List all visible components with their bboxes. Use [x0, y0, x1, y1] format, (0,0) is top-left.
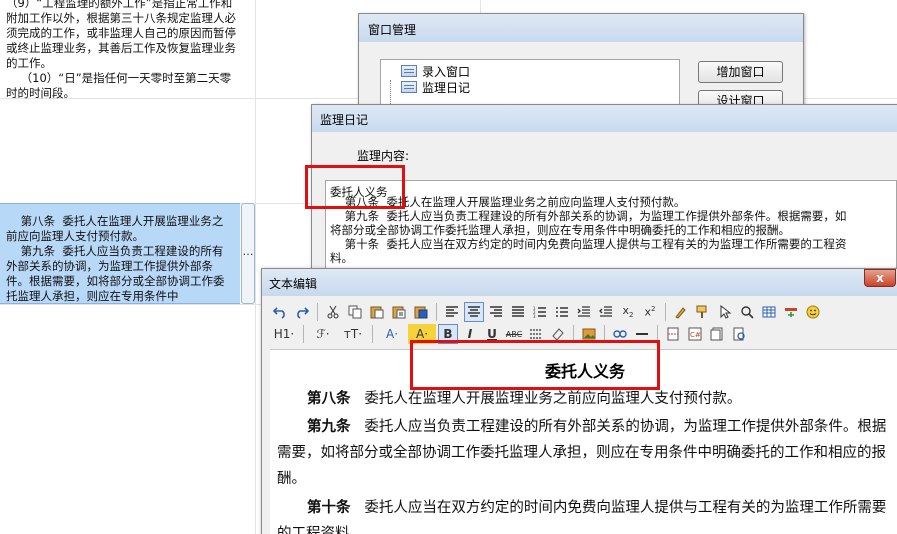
article-number: 第八条 — [307, 390, 351, 407]
add-window-button[interactable]: 增加窗口 — [698, 61, 783, 83]
toolbar-divider — [665, 303, 666, 321]
cut-icon[interactable] — [323, 302, 343, 322]
content-line: 将部分或全部协调工作委托监理人承担，则应在专用条件中明确委托的工作和相应的报酬。 — [330, 223, 790, 237]
align-justify-icon[interactable] — [508, 302, 528, 322]
content-label: 监理内容: — [357, 149, 410, 163]
tree-item-label: 监理日记 — [422, 80, 471, 95]
superscript-icon[interactable]: x2 — [640, 302, 660, 322]
tree-item-diary[interactable]: 监理日记 — [401, 79, 470, 95]
editor-title: 文本编辑 — [269, 277, 318, 291]
font-color-dropdown[interactable]: A· — [378, 324, 406, 344]
background-cell-text: （9）“工程监理的额外工作”是指正常工作和附加工作以外，根据第三十八条规定监理人… — [6, 0, 236, 100]
toolbar-divider — [303, 325, 304, 343]
text-editor-dialog: 文本编辑 x 123 x2 x2 H1· ℱ· тT· A· A· B I U … — [261, 268, 897, 534]
content-line: 第八条 委托人在监理人开展监理业务之前应向监理人支付预付款。 — [330, 195, 686, 209]
highlight-box-document-title — [410, 340, 660, 390]
article-number: 第九条 — [307, 418, 351, 435]
preview-icon[interactable] — [729, 324, 749, 344]
unordered-list-icon[interactable] — [552, 302, 572, 322]
article-text: 委托人应当负责工程建设的所有外部关系的协调，为监理工作提供外部条件。根据需要，如… — [277, 419, 887, 487]
paste-word-icon[interactable] — [411, 302, 431, 322]
indent-icon[interactable] — [574, 302, 594, 322]
selected-cell[interactable]: 第八条 委托人在监理人开展监理业务之前应向监理人支付预付款。 第九条 委托人应当… — [0, 203, 240, 304]
cell-expand-button[interactable]: … — [241, 203, 255, 304]
tree-item-label: 录入窗口 — [422, 64, 471, 79]
search-icon[interactable] — [737, 302, 757, 322]
window-icon — [401, 81, 417, 93]
format-painter-icon[interactable] — [693, 302, 713, 322]
table-icon[interactable] — [759, 302, 779, 322]
article-text: 委托人在监理人开展监理业务之前应向监理人支付预付款。 — [364, 391, 742, 407]
diary-title[interactable]: 监理日记 — [312, 105, 897, 132]
editor-title-bar[interactable]: 文本编辑 x — [262, 269, 897, 296]
brush-icon[interactable] — [671, 302, 691, 322]
window-icon — [401, 65, 417, 77]
heading-dropdown[interactable]: H1· — [270, 324, 298, 344]
toolbar-divider — [372, 325, 373, 343]
align-center-icon[interactable] — [464, 302, 484, 322]
copy-icon[interactable] — [345, 302, 365, 322]
code-icon[interactable]: C# — [685, 324, 705, 344]
align-left-icon[interactable] — [442, 302, 462, 322]
emoticon-icon[interactable] — [803, 302, 823, 322]
article-text: 委托人应当在双方约定的时间内免费向监理人提供与工程有关的为监理工作所需要的工程资… — [277, 500, 887, 534]
toolbar-divider — [317, 303, 318, 321]
undo-icon[interactable] — [270, 302, 290, 322]
tree-item-input-window[interactable]: 录入窗口 — [401, 63, 470, 79]
article-paragraph: 第九条 委托人应当负责工程建设的所有外部关系的协调，为监理工作提供外部条件。根据… — [277, 414, 889, 492]
paste-icon[interactable] — [367, 302, 387, 322]
content-line: 料。 — [330, 251, 353, 265]
insert-row-icon[interactable] — [781, 302, 801, 322]
toolbar-divider — [436, 303, 437, 321]
font-size-dropdown[interactable]: тT· — [339, 324, 367, 344]
content-field[interactable]: 委托人义务 第八条 委托人在监理人开展监理业务之前应向监理人支付预付款。 第九条… — [325, 180, 897, 280]
selected-cell-text: 第八条 委托人在监理人开展监理业务之前应向监理人支付预付款。 第九条 委托人应当… — [6, 214, 225, 303]
document-icon[interactable] — [707, 324, 727, 344]
toolbar-row-1: 123 x2 x2 — [270, 301, 823, 323]
outdent-icon[interactable] — [596, 302, 616, 322]
svg-text:3: 3 — [533, 314, 536, 318]
highlight-box-content-heading — [305, 165, 405, 209]
window-manager-title[interactable]: 窗口管理 — [359, 14, 803, 42]
subscript-icon[interactable]: x2 — [618, 302, 638, 322]
close-button[interactable]: x — [864, 269, 896, 287]
paste-text-icon[interactable] — [389, 302, 409, 322]
article-paragraph: 第十条 委托人应当在双方约定的时间内免费向监理人提供与工程有关的为监理工作所需要… — [277, 495, 889, 534]
font-family-dropdown[interactable]: ℱ· — [309, 324, 337, 344]
window-manager-dialog: 窗口管理 录入窗口 监理日记 增加窗口 设计窗口 — [358, 13, 804, 119]
ordered-list-icon[interactable]: 123 — [530, 302, 550, 322]
redo-icon[interactable] — [292, 302, 312, 322]
select-icon[interactable] — [715, 302, 735, 322]
article-number: 第十条 — [307, 499, 351, 516]
svg-text:C#: C# — [690, 331, 701, 339]
content-line: 第十条 委托人应当在双方约定的时间内免费向监理人提供与工程有关的为监理工作所需要… — [330, 237, 847, 251]
page-break-icon[interactable] — [663, 324, 683, 344]
align-right-icon[interactable] — [486, 302, 506, 322]
content-line: 第九条 委托人应当负责工程建设的所有外部关系的协调，为监理工作提供外部条件。根据… — [330, 209, 847, 223]
